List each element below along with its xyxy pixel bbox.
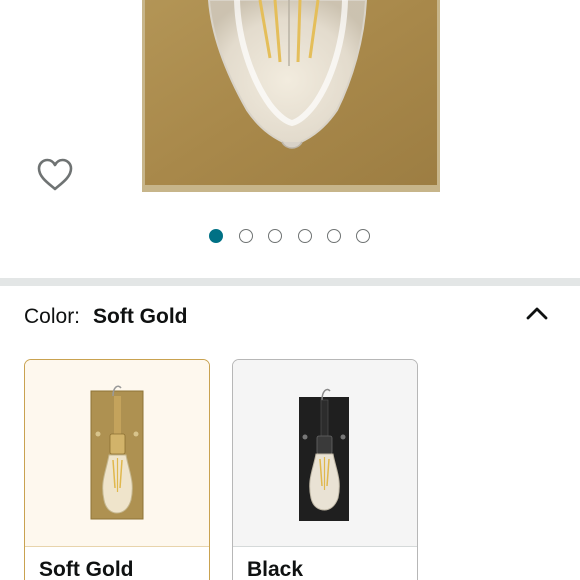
- pagination-dot-3[interactable]: [268, 229, 282, 243]
- selected-color-value: Soft Gold: [93, 305, 188, 328]
- color-label: Color:: [24, 305, 81, 328]
- color-option-soft-gold[interactable]: Soft Gold: [24, 359, 210, 580]
- product-main-image[interactable]: [142, 0, 440, 192]
- heart-outline-icon[interactable]: [35, 155, 75, 195]
- section-divider: [0, 278, 580, 286]
- pagination-dot-5[interactable]: [327, 229, 341, 243]
- chevron-up-icon[interactable]: [522, 299, 552, 329]
- pagination-dot-6[interactable]: [356, 229, 370, 243]
- image-pagination-dots: [0, 229, 580, 245]
- swatch-divider: [25, 546, 209, 547]
- soft-gold-sconce-thumbnail: [25, 360, 209, 546]
- color-selector-header: Color: Soft Gold: [24, 305, 188, 335]
- color-option-label: Soft Gold: [39, 558, 134, 580]
- color-option-label: Black: [247, 558, 304, 580]
- product-image-gallery[interactable]: [0, 0, 580, 278]
- pagination-dot-1[interactable]: [209, 229, 223, 243]
- color-option-black[interactable]: Black: [232, 359, 418, 580]
- swatch-divider: [233, 546, 417, 547]
- pagination-dot-4[interactable]: [298, 229, 312, 243]
- pagination-dot-2[interactable]: [239, 229, 253, 243]
- black-sconce-thumbnail: [233, 360, 417, 546]
